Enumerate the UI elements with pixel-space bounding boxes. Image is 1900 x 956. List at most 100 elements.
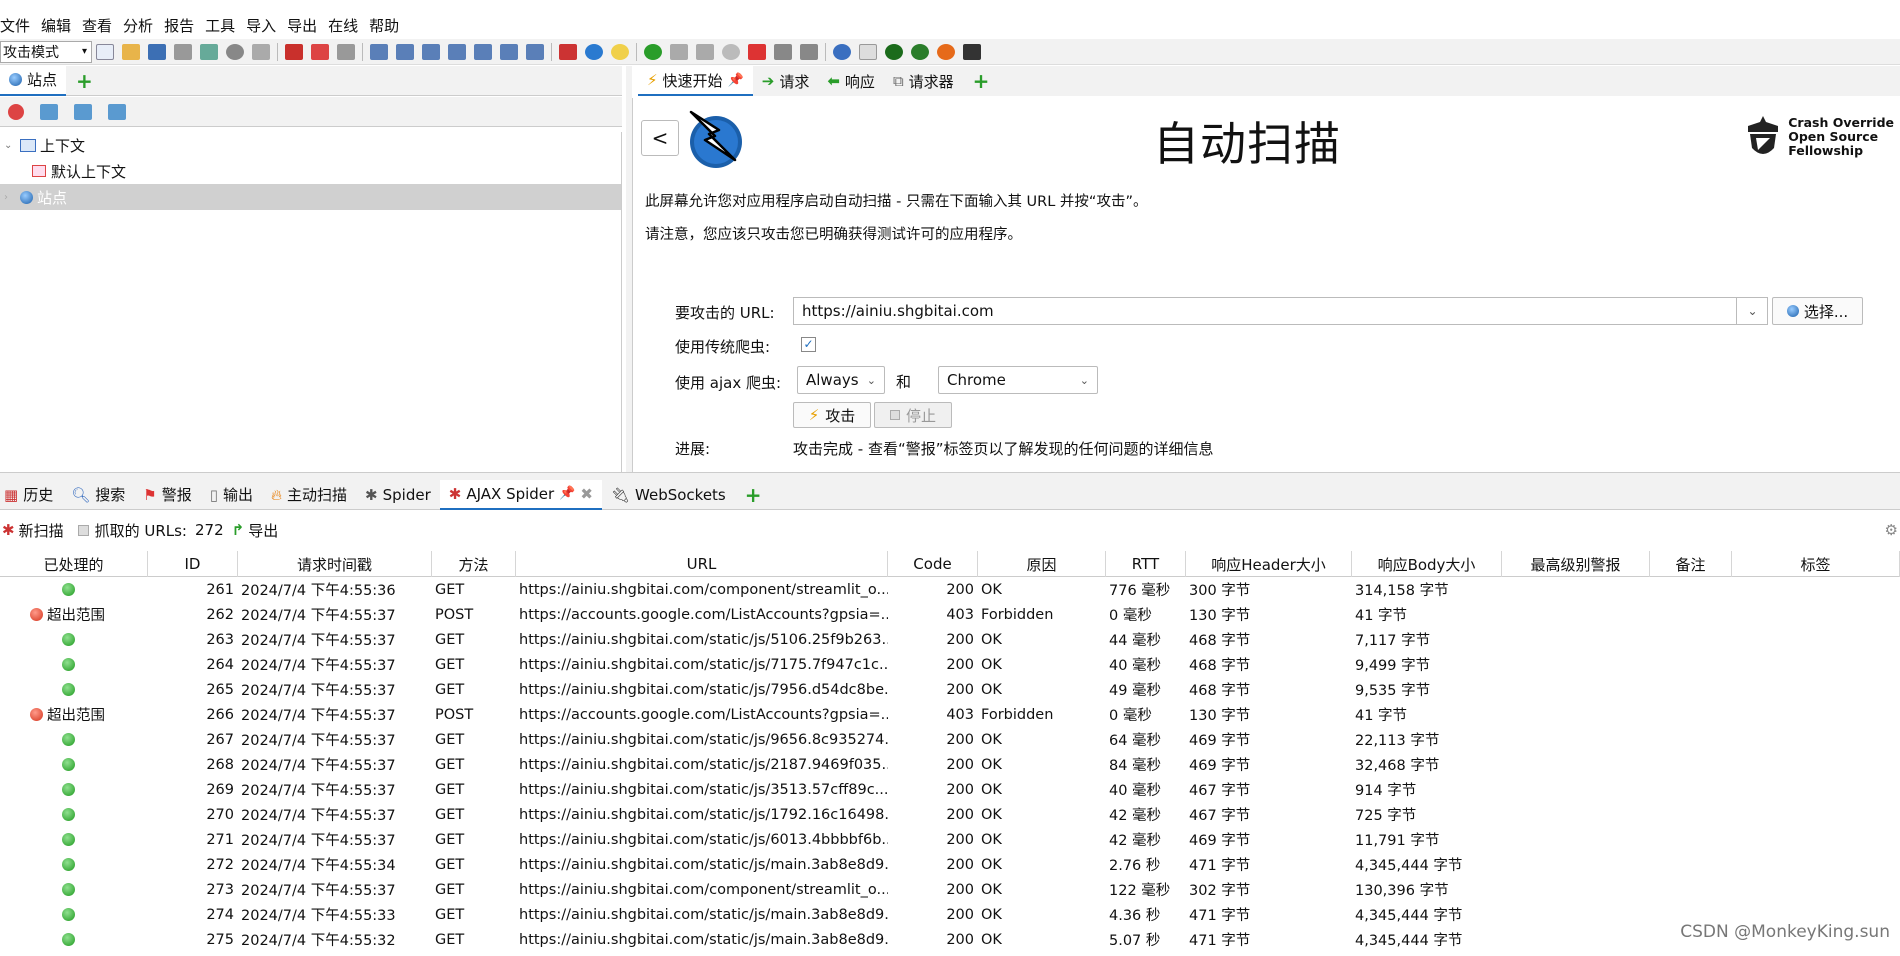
- firefox-icon[interactable]: [937, 43, 955, 60]
- table-row[interactable]: 261 2024/7/4 下午4:55:36 GET https://ainiu.sh…: [0, 577, 1900, 602]
- new-scan-button[interactable]: ✱ 新扫描: [2, 520, 64, 541]
- tab-active-scan[interactable]: 🔥︎ 主动扫描: [262, 480, 356, 510]
- close-icon[interactable]: [748, 43, 766, 60]
- snapshot-icon[interactable]: [174, 43, 192, 60]
- col-tags[interactable]: 标签: [1732, 551, 1900, 577]
- pin-icon[interactable]: 📌: [559, 486, 575, 501]
- menu-import[interactable]: 导入: [246, 15, 283, 36]
- menu-report[interactable]: 报告: [164, 15, 201, 36]
- table-row[interactable]: 270 2024/7/4 下午4:55:37 GET https://ainiu.sh…: [0, 802, 1900, 827]
- chrome-icon[interactable]: [911, 43, 929, 60]
- step-icon[interactable]: [670, 43, 688, 60]
- choose-url-button[interactable]: 选择...: [1772, 297, 1863, 325]
- globe-icon[interactable]: [585, 43, 603, 60]
- table-row[interactable]: 超出范围 262 2024/7/4 下午4:55:37 POST https://acc…: [0, 602, 1900, 627]
- col-reason[interactable]: 原因: [978, 551, 1106, 577]
- tab-output[interactable]: ▯ 输出: [201, 480, 262, 510]
- copy-icon[interactable]: [252, 43, 270, 60]
- layout-icon[interactable]: [337, 43, 355, 60]
- add-tab-plus-icon[interactable]: +: [66, 69, 103, 93]
- scope-icon[interactable]: [800, 43, 818, 60]
- table-row[interactable]: 272 2024/7/4 下午4:55:34 GET https://ainiu.sh…: [0, 852, 1900, 877]
- terminal-icon[interactable]: [963, 43, 981, 60]
- request-icon[interactable]: [285, 43, 303, 60]
- col-processed[interactable]: 已处理的: [0, 551, 148, 577]
- session-properties-icon[interactable]: [200, 43, 218, 60]
- col-id[interactable]: ID: [148, 551, 238, 577]
- export-button[interactable]: ↱ 导出: [232, 520, 279, 541]
- save-session-icon[interactable]: [148, 43, 166, 60]
- show-tabs-icon[interactable]: [474, 43, 492, 60]
- table-row[interactable]: 263 2024/7/4 下午4:55:37 GET https://ainiu.sh…: [0, 627, 1900, 652]
- hud-icon[interactable]: [885, 43, 903, 60]
- col-code[interactable]: Code: [888, 551, 978, 577]
- table-row[interactable]: 超出范围 266 2024/7/4 下午4:55:37 POST https://acc…: [0, 702, 1900, 727]
- layout-side-icon[interactable]: [448, 43, 466, 60]
- add-tab-plus-icon[interactable]: +: [735, 483, 772, 507]
- browser-select[interactable]: Chrome ⌄: [938, 366, 1098, 394]
- table-row[interactable]: 273 2024/7/4 下午4:55:37 GET https://ainiu.sh…: [0, 877, 1900, 902]
- tab-ajax-spider[interactable]: ✱ AJAX Spider 📌 ✖: [439, 479, 602, 510]
- split-divider[interactable]: [626, 66, 632, 472]
- table-row[interactable]: 269 2024/7/4 下午4:55:37 GET https://ainiu.sh…: [0, 777, 1900, 802]
- tab-response[interactable]: ⬅ 响应: [818, 66, 884, 96]
- gear-icon[interactable]: ⚙: [1885, 521, 1898, 539]
- menu-analyse[interactable]: 分析: [123, 15, 160, 36]
- stop-button[interactable]: 停止: [874, 402, 952, 428]
- import-context-icon[interactable]: [74, 103, 92, 120]
- table-row[interactable]: 274 2024/7/4 下午4:55:33 GET https://ainiu.sh…: [0, 902, 1900, 927]
- col-note[interactable]: 备注: [1650, 551, 1732, 577]
- tab-requester[interactable]: ⧉ 请求器: [884, 66, 963, 96]
- new-session-icon[interactable]: [96, 43, 114, 60]
- pin-icon[interactable]: 📌: [728, 73, 744, 88]
- col-rtt[interactable]: RTT: [1106, 551, 1186, 577]
- menu-tools[interactable]: 工具: [205, 15, 242, 36]
- col-timestamp[interactable]: 请求时间戳: [238, 551, 432, 577]
- continue-icon[interactable]: [696, 43, 714, 60]
- tree-node-default-context[interactable]: 默认上下文: [0, 158, 621, 184]
- layout-split-icon[interactable]: [422, 43, 440, 60]
- tab-alerts[interactable]: ⚑ 警报: [134, 480, 200, 510]
- menu-view[interactable]: 查看: [82, 15, 119, 36]
- tab-spider[interactable]: ✱ Spider: [356, 480, 440, 510]
- break-on-all-icon[interactable]: [644, 43, 662, 60]
- new-context-icon[interactable]: [40, 103, 58, 120]
- back-button[interactable]: <: [641, 120, 679, 156]
- drop-icon[interactable]: [722, 43, 740, 60]
- traditional-spider-checkbox[interactable]: ✓: [801, 337, 816, 352]
- stop-icon[interactable]: [77, 524, 89, 536]
- attack-button[interactable]: ⚡ 攻击: [793, 402, 871, 428]
- layout-full-icon[interactable]: [396, 43, 414, 60]
- lightbulb-icon[interactable]: [611, 43, 629, 60]
- table-row[interactable]: 268 2024/7/4 下午4:55:37 GET https://ainiu.sh…: [0, 752, 1900, 777]
- col-method[interactable]: 方法: [432, 551, 516, 577]
- panel-icon[interactable]: [526, 43, 544, 60]
- scope-target-icon[interactable]: [8, 103, 24, 120]
- tab-websockets[interactable]: 🔌︎ WebSockets: [602, 480, 735, 510]
- table-row[interactable]: 271 2024/7/4 下午4:55:37 GET https://ainiu.sh…: [0, 827, 1900, 852]
- col-highest-alert[interactable]: 最高级别警报: [1502, 551, 1650, 577]
- add-tab-plus-icon[interactable]: +: [963, 69, 1000, 93]
- col-header-size[interactable]: 响应Header大小: [1186, 551, 1352, 577]
- tab-quick-start[interactable]: ⚡ 快速开始 📌: [638, 66, 753, 96]
- menu-export[interactable]: 导出: [287, 15, 324, 36]
- breakpoint-icon[interactable]: [774, 43, 792, 60]
- options-gear-icon[interactable]: [226, 43, 244, 60]
- delete-icon[interactable]: [311, 43, 329, 60]
- layout-tabs-icon[interactable]: [370, 43, 388, 60]
- table-row[interactable]: 275 2024/7/4 下午4:55:32 GET https://ainiu.sh…: [0, 927, 1900, 952]
- menu-help[interactable]: 帮助: [369, 15, 406, 36]
- table-row[interactable]: 267 2024/7/4 下午4:55:37 GET https://ainiu.sh…: [0, 727, 1900, 752]
- tab-sites[interactable]: 站点: [0, 65, 67, 96]
- mode-select[interactable]: 攻击模式 ▾: [0, 40, 92, 63]
- url-input[interactable]: https://ainiu.shgbitai.com: [793, 297, 1768, 325]
- help-icon[interactable]: [833, 43, 851, 60]
- ajax-mode-select[interactable]: Always ⌄: [797, 366, 885, 394]
- tree-node-sites[interactable]: › 站点: [0, 184, 621, 210]
- close-tab-icon[interactable]: ✖: [580, 485, 593, 503]
- tab-history[interactable]: ▦ 历史: [0, 480, 62, 510]
- scan-policy-icon[interactable]: [559, 43, 577, 60]
- url-history-dropdown[interactable]: ⌄: [1736, 297, 1768, 325]
- pin-tabs-icon[interactable]: [500, 43, 518, 60]
- col-url[interactable]: URL: [516, 551, 888, 577]
